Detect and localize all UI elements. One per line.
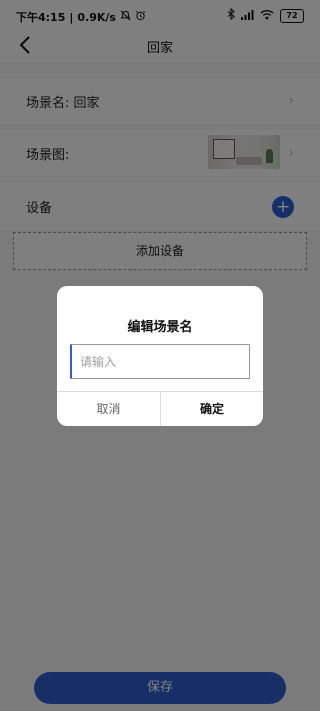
scene-name-input[interactable]: [70, 344, 250, 379]
dialog-title: 编辑场景名: [127, 320, 193, 335]
confirm-button[interactable]: 确定: [161, 392, 263, 426]
cancel-button[interactable]: 取消: [57, 392, 160, 426]
edit-scene-name-dialog: 编辑场景名 取消 确定: [57, 286, 263, 426]
